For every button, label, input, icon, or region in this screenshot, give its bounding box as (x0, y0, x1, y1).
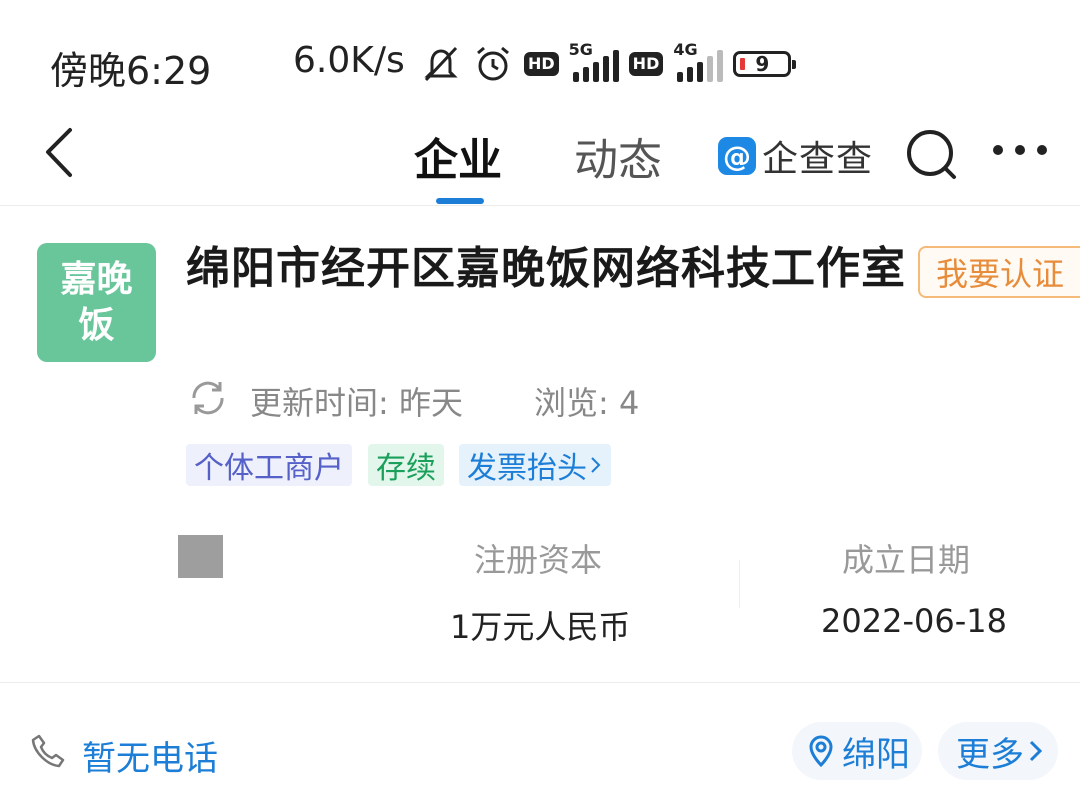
registered-capital-value: 1万元人民币 (450, 608, 631, 646)
section-divider (0, 682, 1080, 683)
location-label: 绵阳 (842, 734, 910, 775)
signal-5g-icon: 5G (569, 40, 619, 82)
status-icons: HD 5G HD 4G 9 (420, 38, 797, 90)
signal-4g-icon: 4G (673, 40, 724, 82)
tab-company[interactable]: 企业 (414, 124, 502, 188)
company-logo: 嘉晚饭 (37, 243, 156, 362)
mute-icon (424, 46, 458, 82)
tag-status: 存续 (368, 444, 444, 486)
phone-number[interactable]: 暂无电话 (82, 731, 218, 780)
battery-icon: 9 (733, 51, 797, 77)
verify-button[interactable]: 我要认证 (918, 246, 1080, 298)
more-button[interactable]: 更多 (938, 722, 1058, 780)
founded-date-value: 2022-06-18 (821, 602, 1007, 640)
active-tab-indicator (436, 198, 484, 204)
brand-logo: @ 企查查 (718, 130, 873, 182)
chevron-right-icon (1029, 740, 1043, 762)
brand-name: 企查查 (762, 139, 874, 180)
location-button[interactable]: 绵阳 (792, 722, 922, 780)
search-icon[interactable] (904, 127, 960, 183)
location-pin-icon (809, 735, 833, 767)
chevron-right-icon (591, 457, 601, 473)
tag-business-type: 个体工商户 (186, 444, 352, 486)
alarm-icon (477, 46, 509, 81)
header-divider (0, 205, 1080, 206)
update-time: 更新时间: 昨天 (250, 384, 463, 422)
brand-icon: @ (718, 137, 756, 175)
registered-capital-label: 注册资本 (474, 541, 603, 579)
tab-news[interactable]: 动态 (574, 124, 662, 188)
refresh-icon (192, 381, 224, 415)
stat-icon-placeholder (178, 535, 223, 578)
status-time: 傍晚6:29 (50, 49, 212, 93)
hd-badge: HD (524, 52, 559, 76)
more-options-icon[interactable] (990, 140, 1050, 160)
founded-date-label: 成立日期 (842, 541, 971, 579)
network-speed: 6.0K/s (293, 40, 405, 81)
back-icon[interactable] (40, 125, 80, 180)
company-name: 绵阳市经开区嘉晚饭网络科技工作室 (186, 243, 906, 294)
tag-invoice-header[interactable]: 发票抬头 (459, 444, 611, 486)
phone-icon (31, 734, 65, 768)
view-count: 浏览: 4 (534, 384, 640, 422)
stat-divider (739, 560, 740, 608)
invoice-label: 发票抬头 (467, 451, 587, 486)
more-label: 更多 (956, 734, 1024, 775)
hd-badge-2: HD (628, 52, 664, 76)
battery-level: 9 (755, 52, 770, 76)
